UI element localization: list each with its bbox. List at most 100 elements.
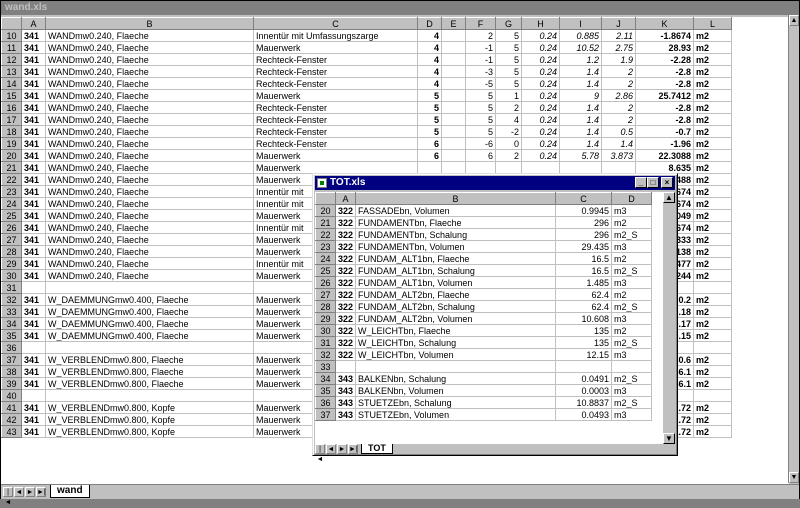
row-header[interactable]: 14 xyxy=(1,77,22,90)
cell[interactable]: WANDmw0.240, Flaeche xyxy=(45,53,254,66)
tot-cell[interactable]: m3 xyxy=(611,312,653,325)
tot-cell[interactable]: 322 xyxy=(335,312,357,325)
cell[interactable]: 8.635 xyxy=(635,161,694,174)
column-header[interactable]: F xyxy=(465,17,496,30)
tot-next-sheet-icon[interactable]: ► xyxy=(337,444,347,454)
cell[interactable]: W_VERBLENDmw0.800, Kopfe xyxy=(45,425,254,438)
cell[interactable]: m2 xyxy=(693,53,732,66)
cell[interactable]: 10.52 xyxy=(559,41,602,54)
cell[interactable]: m2 xyxy=(693,197,732,210)
row-header[interactable]: 20 xyxy=(1,149,22,162)
cell[interactable]: -2.8 xyxy=(635,65,694,78)
cell[interactable]: m2 xyxy=(693,149,732,162)
tot-cell[interactable]: m3 xyxy=(611,348,653,361)
cell[interactable]: WANDmw0.240, Flaeche xyxy=(45,161,254,174)
tot-cell[interactable]: BALKENbn, Schalung xyxy=(355,372,557,385)
tot-cell[interactable]: m3 xyxy=(611,384,653,397)
cell[interactable] xyxy=(693,281,732,294)
column-header[interactable]: I xyxy=(559,17,602,30)
tot-cell[interactable]: 0.0493 xyxy=(555,408,613,421)
cell[interactable]: WANDmw0.240, Flaeche xyxy=(45,233,254,246)
cell[interactable]: Mauerwerk xyxy=(253,41,418,54)
corner-header[interactable] xyxy=(1,17,22,30)
cell[interactable]: m2 xyxy=(693,173,732,186)
tot-cell[interactable]: FUNDAMENTbn, Flaeche xyxy=(355,216,557,229)
cell[interactable]: Mauerwerk xyxy=(253,161,418,174)
cell[interactable]: 341 xyxy=(21,101,46,114)
cell[interactable] xyxy=(45,389,254,402)
minimize-icon[interactable]: _ xyxy=(635,177,647,188)
column-header[interactable]: E xyxy=(441,17,466,30)
cell[interactable]: m2 xyxy=(693,365,732,378)
cell[interactable]: WANDmw0.240, Flaeche xyxy=(45,89,254,102)
row-header[interactable]: 21 xyxy=(1,161,22,174)
cell[interactable] xyxy=(441,77,466,90)
sheet-tab-wand[interactable]: wand xyxy=(50,485,90,498)
cell[interactable]: 1.4 xyxy=(559,65,602,78)
tot-cell[interactable]: FUNDAM_ALT2bn, Schalung xyxy=(355,300,557,313)
cell[interactable]: 341 xyxy=(21,41,46,54)
cell[interactable]: 341 xyxy=(21,209,46,222)
tot-vertical-scrollbar[interactable]: ▲ ▼ xyxy=(663,192,675,444)
cell[interactable] xyxy=(21,341,46,354)
cell[interactable]: 5 xyxy=(495,65,522,78)
cell[interactable]: 0.24 xyxy=(521,137,560,150)
tot-cell[interactable]: 135 xyxy=(555,336,613,349)
cell[interactable]: m2 xyxy=(693,101,732,114)
cell[interactable]: WANDmw0.240, Flaeche xyxy=(45,77,254,90)
cell[interactable]: 2.86 xyxy=(601,89,636,102)
cell[interactable] xyxy=(441,149,466,162)
cell[interactable]: 3.873 xyxy=(601,149,636,162)
cell[interactable]: 341 xyxy=(21,293,46,306)
scroll-down-icon[interactable]: ▼ xyxy=(789,472,799,483)
cell[interactable]: 6 xyxy=(417,149,442,162)
cell[interactable]: m2 xyxy=(693,269,732,282)
tot-cell[interactable]: 322 xyxy=(335,264,357,277)
cell[interactable]: m2 xyxy=(693,161,732,174)
row-header[interactable]: 16 xyxy=(1,101,22,114)
tot-cell[interactable]: 296 xyxy=(555,228,613,241)
row-header[interactable]: 35 xyxy=(1,329,22,342)
column-header[interactable]: A xyxy=(21,17,46,30)
cell[interactable]: 2 xyxy=(601,101,636,114)
tot-cell[interactable]: m2 xyxy=(611,252,653,265)
tot-grid[interactable]: ABCD 20 322 FASSADEbn, Volumen 0.9945 m3 21 32… xyxy=(315,192,663,444)
cell[interactable]: -6 xyxy=(465,137,496,150)
cell[interactable]: m2 xyxy=(693,41,732,54)
cell[interactable]: 341 xyxy=(21,317,46,330)
tot-cell[interactable]: 62.4 xyxy=(555,300,613,313)
cell[interactable]: 1 xyxy=(495,89,522,102)
tot-row-header[interactable]: 36 xyxy=(315,396,336,409)
cell[interactable] xyxy=(521,161,560,174)
cell[interactable]: m2 xyxy=(693,233,732,246)
cell[interactable]: 341 xyxy=(21,185,46,198)
cell[interactable]: 1.9 xyxy=(601,53,636,66)
cell[interactable]: 5 xyxy=(417,125,442,138)
cell[interactable]: 341 xyxy=(21,161,46,174)
cell[interactable]: 0.24 xyxy=(521,101,560,114)
cell[interactable]: 0.24 xyxy=(521,65,560,78)
cell[interactable] xyxy=(441,125,466,138)
cell[interactable]: WANDmw0.240, Flaeche xyxy=(45,41,254,54)
tot-cell[interactable]: m3 xyxy=(611,276,653,289)
cell[interactable]: 6 xyxy=(417,137,442,150)
tot-row-header[interactable]: 27 xyxy=(315,288,336,301)
cell[interactable]: WANDmw0.240, Flaeche xyxy=(45,125,254,138)
cell[interactable]: 341 xyxy=(21,365,46,378)
cell[interactable]: 5 xyxy=(495,41,522,54)
cell[interactable]: WANDmw0.240, Flaeche xyxy=(45,101,254,114)
tot-cell[interactable]: m2_S xyxy=(611,336,653,349)
cell[interactable]: m2 xyxy=(693,185,732,198)
tot-sheet-tab[interactable]: TOT xyxy=(361,444,393,454)
cell[interactable]: 25.7412 xyxy=(635,89,694,102)
cell[interactable]: W_DAEMMUNGmw0.400, Flaeche xyxy=(45,329,254,342)
tot-scroll-down-icon[interactable]: ▼ xyxy=(663,433,675,444)
cell[interactable]: m2 xyxy=(693,245,732,258)
cell[interactable]: WANDmw0.240, Flaeche xyxy=(45,245,254,258)
cell[interactable]: 1.4 xyxy=(601,137,636,150)
row-header[interactable]: 30 xyxy=(1,269,22,282)
tot-row-header[interactable]: 24 xyxy=(315,252,336,265)
cell[interactable]: m2 xyxy=(693,221,732,234)
cell[interactable]: m2 xyxy=(693,65,732,78)
cell[interactable]: 22.3088 xyxy=(635,149,694,162)
